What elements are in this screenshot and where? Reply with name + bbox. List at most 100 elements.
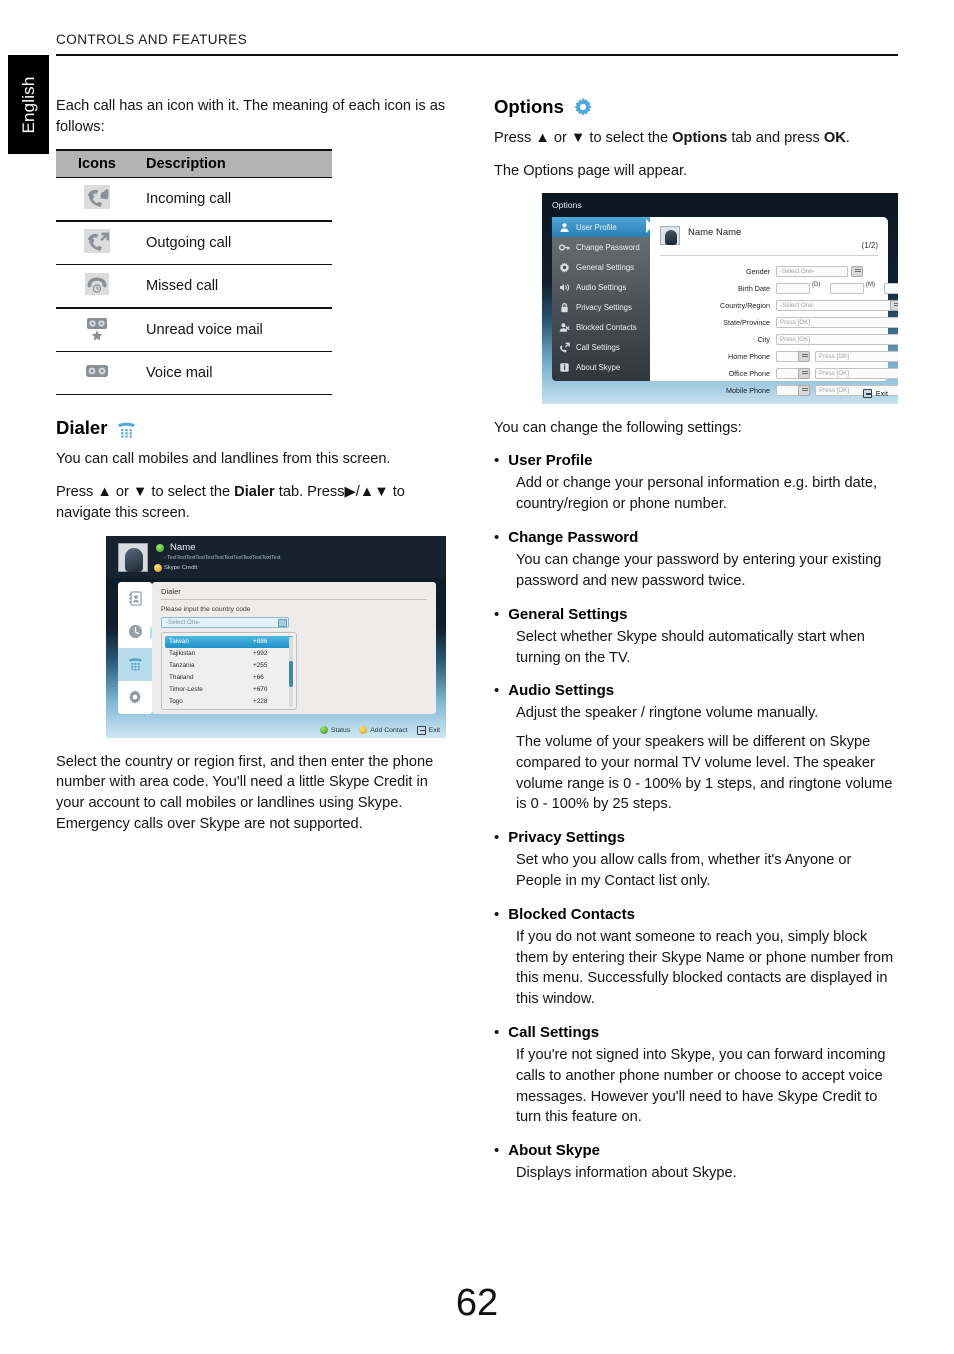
sidebar-item-dialer[interactable]: [118, 647, 152, 681]
setting-description: If you do not want someone to reach you,…: [516, 929, 894, 1008]
field-placeholder: Press [OK]: [780, 318, 810, 326]
table-cell-description: Incoming call: [146, 191, 232, 208]
ok-bold: OK: [823, 130, 846, 146]
country-name: Tajikistan: [169, 650, 196, 658]
gear-icon: [573, 97, 593, 117]
bullet-icon: •: [494, 829, 500, 847]
dialer-sidebar[interactable]: [118, 581, 152, 714]
menu-item-label: Call Settings: [576, 342, 620, 352]
birth-month-input[interactable]: [830, 282, 864, 294]
gender-select[interactable]: -Select One-: [776, 265, 848, 277]
birth-day-input[interactable]: [776, 282, 810, 294]
office-phone-dropdown-button[interactable]: [798, 367, 810, 379]
bullet-icon: •: [494, 1142, 500, 1159]
sidebar-item-settings[interactable]: [118, 681, 152, 714]
options-exit-button[interactable]: Exit: [862, 389, 888, 399]
menu-item-label: Blocked Contacts: [576, 322, 637, 332]
menu-item-change-password[interactable]: Change Password: [552, 237, 652, 257]
country-code-select[interactable]: -Select One-: [161, 616, 289, 628]
dialer-screenshot: Name - TextTextTextTextTextTextTextTextT…: [106, 535, 446, 738]
list-item: • Blocked Contacts If you do not want so…: [494, 905, 898, 1010]
field-label: Birth Date: [738, 283, 770, 293]
call-forward-icon: [559, 342, 570, 353]
mobile-phone-dropdown-button[interactable]: [798, 384, 810, 396]
list-item[interactable]: Taiwan +886: [165, 635, 293, 648]
field-office-phone: Office Phone Press [OK]: [650, 365, 898, 381]
field-placeholder: Press [OK]: [819, 386, 849, 394]
field-gender: Gender -Select One-: [650, 263, 888, 279]
scrollbar-thumb[interactable]: [289, 660, 293, 687]
menu-item-general-settings[interactable]: General Settings: [552, 257, 652, 277]
country-code: +66: [253, 674, 264, 682]
field-mobile-phone: Mobile Phone Press [OK]: [650, 382, 898, 398]
table-row: Voice mail: [56, 351, 332, 395]
options-heading-label: Options: [494, 96, 564, 117]
birth-month-unit: (M): [866, 282, 875, 289]
menu-item-audio-settings[interactable]: Audio Settings: [552, 277, 652, 297]
menu-item-privacy-settings[interactable]: Privacy Settings: [552, 297, 652, 317]
exit-icon: [862, 389, 872, 399]
menu-item-call-settings[interactable]: Call Settings: [552, 337, 652, 357]
left-column: Each call has an icon with it. The meani…: [56, 96, 456, 846]
yellow-dot-icon: [359, 726, 368, 735]
bullet-icon: •: [494, 905, 500, 923]
list-item[interactable]: Togo +228: [165, 696, 293, 708]
setting-title: Audio Settings: [508, 682, 615, 700]
country-name: Togo: [169, 698, 183, 706]
table-cell-description: Missed call: [146, 278, 219, 295]
setting-description: Add or change your personal information …: [516, 475, 878, 513]
text-tab-press: tab. Press: [274, 484, 345, 501]
field-label: Home Phone: [728, 351, 770, 361]
list-item: • About Skype Displays information about…: [494, 1141, 898, 1184]
list-item[interactable]: Timor-Leste +670: [165, 684, 293, 696]
options-paragraph-1: Press ▲ or ▼ to select the Options tab a…: [494, 128, 898, 149]
field-label: City: [757, 334, 770, 344]
country-region-select[interactable]: -Select One-: [776, 299, 898, 311]
city-input[interactable]: Press [OK]: [776, 333, 898, 345]
dialpad-icon: [128, 658, 142, 671]
list-item[interactable]: Thailand +66: [165, 672, 293, 684]
home-phone-input[interactable]: Press [OK]: [815, 350, 898, 362]
list-item: • General Settings Select whether Skype …: [494, 605, 898, 669]
menu-item-about-skype[interactable]: About Skype: [552, 357, 652, 377]
table-row: Outgoing call: [56, 221, 332, 265]
list-item[interactable]: Tanzania +255: [165, 660, 293, 672]
up-arrow-icon: ▲: [359, 484, 375, 501]
dialer-heading-label: Dialer: [56, 417, 108, 439]
country-region-dropdown-button[interactable]: [890, 299, 898, 311]
status-button[interactable]: Status: [319, 726, 351, 735]
office-phone-input[interactable]: Press [OK]: [815, 367, 898, 379]
sidebar-item-history[interactable]: [118, 615, 152, 648]
setting-description: If you're not signed into Skype, you can…: [516, 1047, 886, 1126]
sidebar-item-contacts[interactable]: [118, 582, 152, 615]
avatar: [660, 226, 680, 246]
home-phone-dropdown-button[interactable]: [798, 350, 810, 362]
setting-title: Call Settings: [508, 1023, 600, 1041]
add-contact-button[interactable]: Add Contact: [359, 726, 408, 735]
gear-icon: [559, 262, 570, 273]
field-label: Country/Region: [720, 300, 770, 310]
menu-item-blocked-contacts[interactable]: Blocked Contacts: [552, 317, 652, 337]
country-list[interactable]: Taiwan +886 Tajikistan +992 Tanzania +25…: [161, 631, 297, 710]
menu-item-user-profile[interactable]: User Profile: [552, 217, 652, 238]
field-value: -Select One-: [780, 301, 815, 309]
birth-year-input[interactable]: [884, 282, 898, 294]
settings-intro: You can change the following settings:: [494, 420, 742, 437]
status-label: Status: [330, 726, 351, 734]
online-status-icon: [156, 543, 164, 552]
profile-name: Name: [170, 541, 196, 553]
scrollbar[interactable]: [289, 636, 293, 707]
exit-button[interactable]: Exit: [416, 725, 440, 735]
state-province-input[interactable]: Press [OK]: [776, 316, 898, 328]
options-menu[interactable]: User Profile Change Password General Set…: [552, 217, 652, 382]
menu-item-label: Change Password: [576, 242, 640, 252]
table-bottom-rule: [56, 394, 332, 396]
gender-dropdown-button[interactable]: [851, 265, 863, 277]
dialer-paragraph-1: You can call mobiles and landlines from …: [56, 451, 391, 468]
setting-description: Set who you allow calls from, whether it…: [516, 852, 852, 890]
setting-title: About Skype: [508, 1142, 600, 1159]
list-item[interactable]: Tajikistan +992: [165, 648, 293, 660]
select-dropdown-icon[interactable]: [278, 618, 287, 627]
field-label: State/Province: [723, 317, 770, 327]
right-column: Options Press ▲ or ▼ to select the Optio…: [494, 96, 898, 1197]
